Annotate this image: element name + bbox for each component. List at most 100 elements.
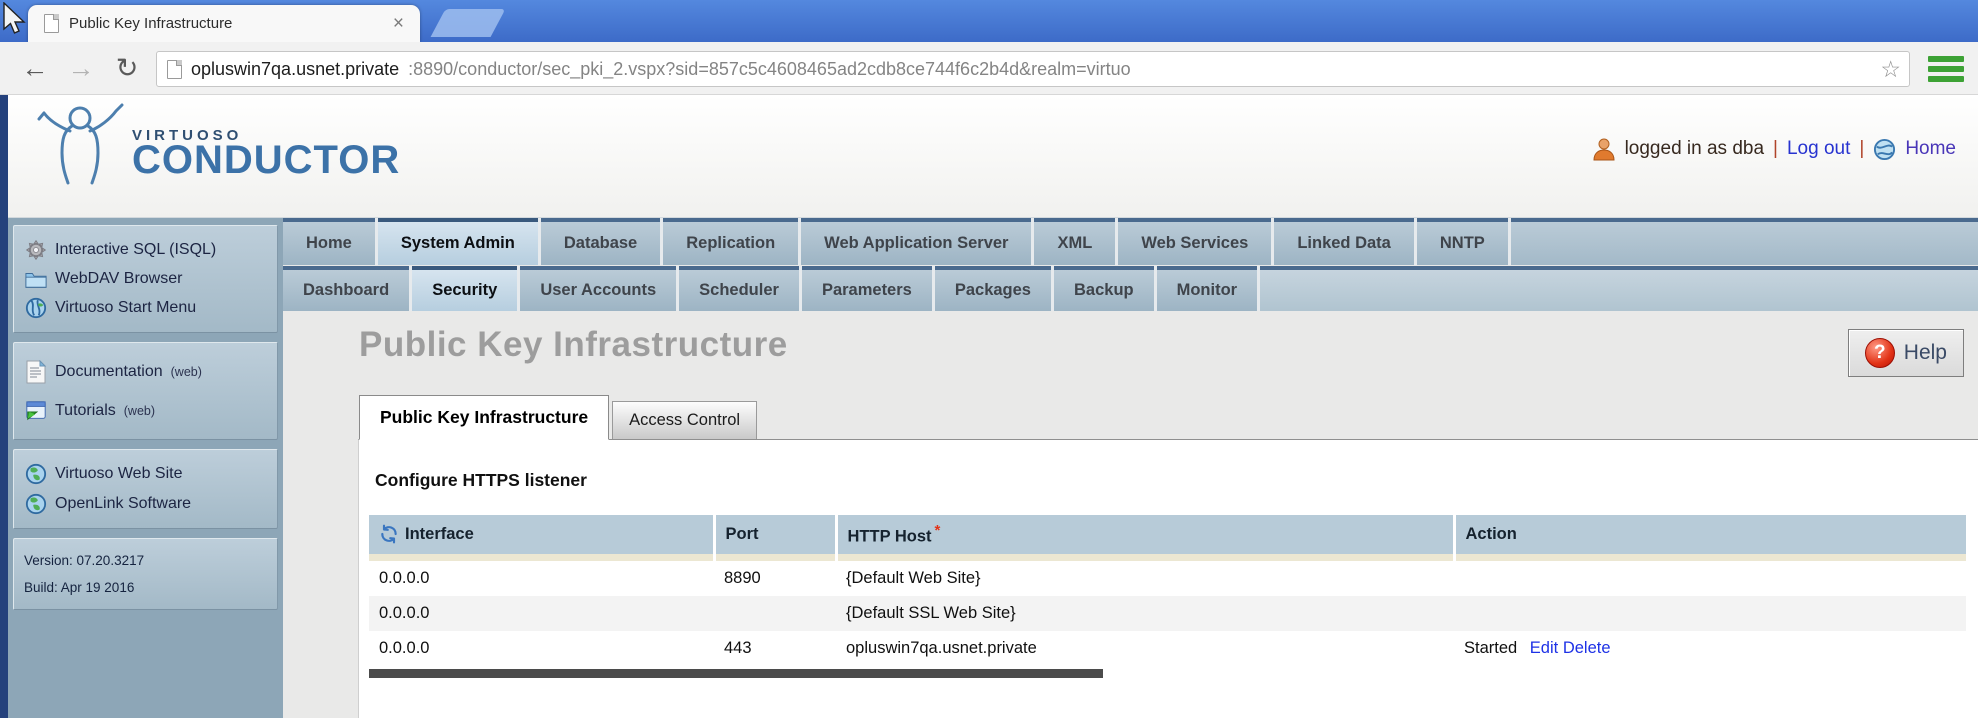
virtuoso-conductor-window: Public Key Infrastructure × ← → ↻ oplusw…	[0, 0, 1978, 718]
document-icon	[26, 360, 47, 384]
page-icon	[44, 14, 59, 33]
cell-interface: 0.0.0.0	[379, 638, 430, 657]
cell-action: Started Edit Delete	[1454, 631, 1966, 666]
app-header: VIRTUOSO CONDUCTOR logged in as dba | Lo…	[8, 95, 1978, 218]
column-label: HTTP Host	[847, 527, 932, 546]
tab-linked-data[interactable]: Linked Data	[1274, 218, 1414, 265]
cell-http-host: {Default SSL Web Site}	[836, 595, 1454, 631]
home-link[interactable]: Home	[1905, 138, 1956, 160]
cell-http-host: {Default Web Site}	[846, 568, 981, 587]
browser-toolbar: ← → ↻ opluswin7qa.usnet.private :8890/co…	[0, 42, 1978, 95]
tab-xml[interactable]: XML	[1034, 218, 1116, 265]
browser-tab[interactable]: Public Key Infrastructure ×	[28, 5, 420, 42]
tab-home[interactable]: Home	[283, 218, 375, 265]
sidebar-version-panel: Version: 07.20.3217 Build: Apr 19 2016	[13, 538, 278, 610]
tab-monitor[interactable]: Monitor	[1156, 266, 1258, 311]
nav-filler	[1510, 218, 1978, 265]
help-question-icon: ?	[1864, 338, 1895, 368]
table-header-row: Interface Port HTTP Host * Action	[369, 515, 1966, 554]
main-area: Home System Admin Database Replication W…	[283, 218, 1978, 718]
tab-web-application-server[interactable]: Web Application Server	[801, 218, 1032, 265]
cell-port: 443	[724, 638, 752, 657]
content-tabstrip: Public Key Infrastructure Access Control	[359, 395, 1978, 440]
globe-icon	[25, 493, 47, 515]
back-button[interactable]: ←	[16, 50, 54, 88]
sidebar-item-openlink-software[interactable]: OpenLink Software	[20, 489, 271, 519]
login-status-area: logged in as dba | Log out | Home	[1592, 137, 1956, 161]
horizontal-scrollbar[interactable]	[369, 668, 1103, 678]
refresh-icon[interactable]	[379, 524, 399, 544]
sidebar-item-virtuoso-start-menu[interactable]: Virtuoso Start Menu	[20, 293, 271, 323]
tab-replication[interactable]: Replication	[663, 218, 799, 265]
reload-button[interactable]: ↻	[108, 50, 146, 88]
cell-action	[1454, 595, 1966, 631]
folder-icon	[25, 273, 47, 288]
column-label: Interface	[405, 524, 474, 543]
help-button[interactable]: ? Help	[1847, 329, 1964, 377]
sidebar-item-virtuoso-web-site[interactable]: Virtuoso Web Site	[20, 459, 271, 489]
tab-web-services[interactable]: Web Services	[1118, 218, 1272, 265]
column-label: Port	[725, 524, 759, 543]
tab-parameters[interactable]: Parameters	[801, 266, 932, 311]
cell-http-host: opluswin7qa.usnet.private	[846, 638, 1037, 657]
primary-nav: Home System Admin Database Replication W…	[283, 218, 1978, 265]
column-header-action: Action	[1454, 515, 1966, 554]
delete-link[interactable]: Delete	[1563, 639, 1611, 657]
column-label: Action	[1465, 524, 1517, 543]
browser-tab-title: Public Key Infrastructure	[69, 15, 233, 32]
table-row: 0.0.0.0 {Default SSL Web Site}	[369, 595, 1966, 631]
log-out-link[interactable]: Log out	[1787, 138, 1850, 160]
tab-access-control[interactable]: Access Control	[612, 401, 758, 439]
sidebar-item-interactive-sql[interactable]: Interactive SQL (ISQL)	[20, 235, 271, 265]
globe-icon	[1874, 138, 1896, 160]
tab-security[interactable]: Security	[412, 266, 518, 311]
conductor-figure-icon	[37, 103, 124, 185]
sidebar-item-suffix: (web)	[170, 365, 202, 379]
tab-backup[interactable]: Backup	[1054, 266, 1154, 311]
listener-status: Started	[1464, 638, 1518, 657]
tab-dashboard[interactable]: Dashboard	[283, 266, 410, 311]
tab-packages[interactable]: Packages	[934, 266, 1051, 311]
sidebar-item-label: WebDAV Browser	[55, 270, 183, 287]
tab-scheduler[interactable]: Scheduler	[679, 266, 799, 311]
required-asterisk: *	[934, 522, 941, 539]
left-border-strip	[0, 95, 8, 718]
cell-interface: 0.0.0.0	[379, 568, 430, 587]
secondary-nav: Dashboard Security User Accounts Schedul…	[283, 266, 1978, 311]
forward-button[interactable]: →	[62, 50, 100, 88]
sidebar-item-label: Documentation	[55, 363, 163, 380]
edit-link[interactable]: Edit	[1530, 639, 1558, 657]
globe-icon	[25, 297, 47, 319]
close-icon[interactable]: ×	[389, 13, 408, 35]
sidebar-item-tutorials[interactable]: Tutorials (web)	[20, 392, 271, 430]
sidebar-item-webdav-browser[interactable]: WebDAV Browser	[20, 265, 271, 293]
tab-public-key-infrastructure[interactable]: Public Key Infrastructure	[359, 395, 610, 440]
sidebar-item-documentation[interactable]: Documentation (web)	[20, 352, 271, 392]
sidebar-tools-panel: Interactive SQL (ISQL) WebDAV Browser Vi…	[13, 225, 278, 333]
cell-action	[1454, 561, 1966, 596]
url-bar[interactable]: opluswin7qa.usnet.private :8890/conducto…	[156, 51, 1910, 87]
nav-filler	[1260, 266, 1978, 311]
tutorial-window-icon	[26, 401, 46, 421]
table-row: 0.0.0.0 8890 {Default Web Site}	[369, 561, 1966, 596]
section-title: Configure HTTPS listener	[375, 470, 587, 490]
tab-nntp[interactable]: NNTP	[1416, 218, 1508, 265]
tab-system-admin[interactable]: System Admin	[377, 218, 538, 265]
bookmark-star-icon[interactable]: ☆	[1880, 57, 1901, 81]
sidebar: Interactive SQL (ISQL) WebDAV Browser Vi…	[8, 218, 283, 718]
new-tab-button[interactable]	[430, 9, 506, 37]
sidebar-item-label: Virtuoso Web Site	[55, 465, 183, 482]
page-title: Public Key Infrastructure	[359, 325, 788, 364]
tab-user-accounts[interactable]: User Accounts	[520, 266, 677, 311]
sidebar-item-label: Interactive SQL (ISQL)	[55, 241, 217, 258]
browser-titlebar: Public Key Infrastructure ×	[0, 0, 1978, 42]
sidebar-item-label: Virtuoso Start Menu	[55, 299, 197, 316]
brand-text: VIRTUOSO CONDUCTOR	[132, 127, 400, 180]
hamburger-menu-icon[interactable]	[1928, 51, 1964, 87]
sidebar-item-label: OpenLink Software	[55, 495, 192, 512]
page-body: Public Key Infrastructure ? Help Public …	[283, 311, 1978, 718]
build-text: Build: Apr 19 2016	[24, 580, 135, 595]
sidebar-item-label: Tutorials	[55, 402, 116, 419]
tab-content-panel: Configure HTTPS listener Interface Port …	[358, 439, 1978, 718]
tab-database[interactable]: Database	[540, 218, 661, 265]
